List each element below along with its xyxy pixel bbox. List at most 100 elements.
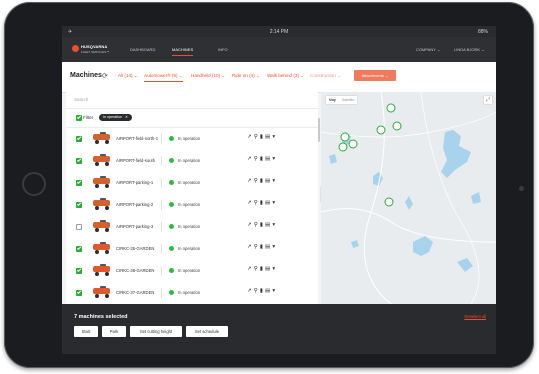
filter-count: (10) [211,73,221,78]
mower-wheel [95,228,99,232]
machine-row[interactable]: CIRKC-35-GARDEN In operation ↗ ⚲ ▮ ▤ ▾ [66,238,318,261]
machine-action-icons[interactable]: ↗ ⚲ ▮ ▤ ▾ [247,244,275,250]
mower-wheel [105,162,109,166]
machine-name[interactable]: CIRKC-35-GARDEN [116,246,154,251]
row-divider [161,266,162,276]
row-checkbox[interactable] [76,290,82,296]
map-road [420,92,480,304]
row-checkbox[interactable] [76,224,82,230]
machine-row[interactable]: CIRKC-37-GARDEN In operation ↗ ⚲ ▮ ▤ ▾ [66,282,318,305]
mower-wheel [95,294,99,298]
status-dot-icon [169,158,174,163]
row-checkbox[interactable] [76,246,82,252]
brand-subtitle: FLEET SERVICES™ [81,50,110,54]
filter-label: Automower® [144,73,171,78]
map-canvas [321,92,496,304]
attachments-button[interactable]: Attachments ⌄ [354,70,396,81]
filter-all[interactable]: All (14) ⌄ [118,73,138,79]
filter-chip-label: In operation [103,115,122,119]
mower-wheel [105,184,109,188]
selection-action-bar: 7 machines selected Deselect all Start P… [62,304,496,354]
machine-name[interactable]: CIRKC-36-GARDEN [116,268,154,273]
page-title: Machines [70,72,102,79]
company-menu[interactable]: COMPANY ⌄ [416,47,440,52]
machine-row[interactable]: AIRPORT-field-north-1 In operation ↗ ⚲ ▮ ▤… [66,128,318,151]
selection-count: 7 machines selected [74,314,128,320]
start-button[interactable]: Start [74,326,98,337]
map-type-toggle[interactable]: Map Satellite [326,96,358,104]
machine-action-icons[interactable]: ↗ ⚲ ▮ ▤ ▾ [247,134,275,140]
mower-wheel [95,162,99,166]
machine-action-icons[interactable]: ↗ ⚲ ▮ ▤ ▾ [247,266,275,272]
set-cutting-height-button[interactable]: Set cutting height [130,326,182,337]
home-button[interactable] [22,172,46,196]
machine-action-icons[interactable]: ↗ ⚲ ▮ ▤ ▾ [247,178,275,184]
machine-action-icons[interactable]: ↗ ⚲ ▮ ▤ ▾ [247,222,275,228]
filter-automower[interactable]: Automower® (9) ⌄ [144,73,183,82]
search-input[interactable]: Search [66,92,318,109]
fullscreen-icon[interactable]: ⤢ [484,96,492,104]
attachments-label: Attachments [361,73,384,78]
map-lake [441,130,471,178]
machine-action-icons[interactable]: ↗ ⚲ ▮ ▤ ▾ [247,200,275,206]
tab-machines[interactable]: MACHINES [172,47,194,56]
user-menu[interactable]: LINDA BJORK ⌄ [454,47,485,52]
machine-row[interactable]: AIRPORT-field-south In operation ↗ ⚲ ▮ ▤ ▾ [66,150,318,173]
park-button[interactable]: Park [102,326,126,337]
machine-name[interactable]: AIRPORT-parking-2 [116,202,153,207]
refresh-icon[interactable]: ⟳ [102,72,108,80]
row-checkbox[interactable] [76,180,82,186]
machine-row[interactable]: AIRPORT-parking-1 In operation ↗ ⚲ ▮ ▤ ▾ [66,172,318,195]
machine-action-icons[interactable]: ↗ ⚲ ▮ ▤ ▾ [247,288,275,294]
machines-toolbar: Machines ⟳ All (14) ⌄ Automower® (9) ⌄ H… [62,62,496,93]
machine-name[interactable]: AIRPORT-parking-1 [116,180,153,185]
filter-walk-behind[interactable]: Walk behind (3) ⌄ [267,73,304,79]
filter-ride-on[interactable]: Ride on (4) ⌄ [232,73,260,79]
filter-row: Filter In operation ✕ [66,109,318,128]
machine-row[interactable]: AIRPORT-parking-2 In operation ↗ ⚲ ▮ ▤ ▾ [66,194,318,217]
machine-status: In operation [178,268,201,273]
select-all-checkbox[interactable] [76,115,82,121]
machine-name[interactable]: AIRPORT-field-north-1 [116,136,158,141]
machine-status: In operation [178,180,201,185]
machine-name[interactable]: AIRPORT-field-south [116,158,155,163]
machine-marker [338,103,402,207]
mower-wheel [105,294,109,298]
row-checkbox[interactable] [76,268,82,274]
machine-row[interactable]: CIRKC-36-GARDEN In operation ↗ ⚲ ▮ ▤ ▾ [66,260,318,283]
machine-name[interactable]: AIRPORT-parking-3 [116,224,153,229]
machine-list: Search Filter In operation ✕ AIRPORT-fiel… [66,92,318,305]
top-navigation: HUSQVARNA FLEET SERVICES™ DASHBOARD MACH… [62,37,496,62]
row-checkbox[interactable] [76,202,82,208]
search-placeholder: Search [74,97,89,102]
map-road [321,208,496,243]
map-lake [329,154,337,164]
machine-row[interactable]: AIRPORT-parking-3 In operation ↗ ⚲ ▮ ▤ ▾ [66,216,318,239]
status-dot-icon [169,180,174,185]
row-checkbox[interactable] [76,136,82,142]
filter-handheld[interactable]: Handheld (10) ⌄ [191,73,225,79]
list-scrollbar[interactable] [318,118,320,142]
machine-status: In operation [178,290,201,295]
tab-info[interactable]: INFO [218,47,228,52]
filter-chip-in-operation[interactable]: In operation ✕ [99,114,132,121]
row-checkbox[interactable] [76,158,82,164]
machine-status: In operation [178,202,201,207]
deselect-all-link[interactable]: Deselect all [464,314,486,319]
map-view[interactable]: Map Satellite ⤢ [321,92,496,304]
mower-wheel [105,228,109,232]
machine-name[interactable]: CIRKC-37-GARDEN [116,290,154,295]
filter-construction[interactable]: Construction ⌄ [310,73,341,79]
tab-dashboard[interactable]: DASHBOARD [130,47,155,52]
machine-action-icons[interactable]: ↗ ⚲ ▮ ▤ ▾ [247,156,275,162]
status-dot-icon [169,224,174,229]
close-icon[interactable]: ✕ [125,115,128,119]
brand-mark-icon [72,45,79,52]
map-type-map[interactable]: Map [326,98,339,102]
status-dot-icon [169,202,174,207]
row-divider [161,222,162,232]
set-schedule-button[interactable]: Set schedule [186,326,228,337]
mower-wheel [95,272,99,276]
map-type-satellite[interactable]: Satellite [339,98,357,102]
camera-icon [519,186,524,191]
